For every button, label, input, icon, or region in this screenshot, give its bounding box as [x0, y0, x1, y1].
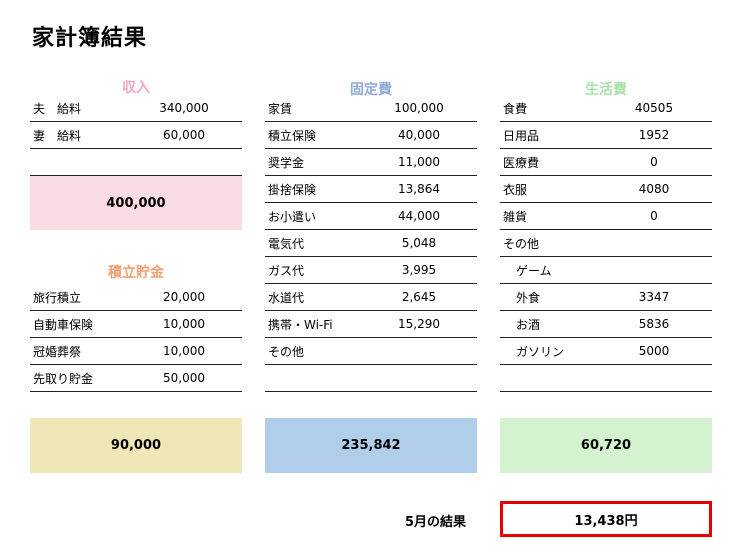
table-row: 妻 給料 60,000: [30, 122, 242, 149]
row-label: 携帯・Wi-Fi: [268, 317, 333, 332]
row-label: 積立保険: [268, 128, 317, 143]
table-row: ゲーム: [500, 257, 712, 284]
row-value: 1952: [638, 128, 670, 142]
table-row: 水道代 2,645: [265, 284, 477, 311]
savings-heading: 積立貯金: [108, 265, 164, 281]
income-heading: 収入: [122, 80, 150, 96]
row-value: 10,000: [163, 344, 205, 358]
table-row: その他: [500, 230, 712, 257]
savings-total: 90,000: [30, 418, 242, 473]
row-value: 0: [650, 209, 658, 223]
fixed-total: 235,842: [265, 418, 477, 473]
row-label: 電気代: [268, 236, 305, 251]
row-label: 家賃: [268, 101, 293, 116]
table-row: 冠婚葬祭 10,000: [30, 338, 242, 365]
row-label: 医療費: [503, 155, 540, 170]
result-label: 5月の結果: [405, 515, 467, 530]
row-value: 40505: [634, 101, 674, 115]
row-value: 340,000: [159, 101, 209, 115]
row-label: 先取り貯金: [33, 371, 94, 386]
row-value: 5000: [638, 344, 670, 358]
table-row: 先取り貯金 50,000: [30, 365, 242, 392]
table-row: ガソリン 5000: [500, 338, 712, 365]
row-value: 40,000: [398, 128, 440, 142]
row-value: 50,000: [163, 371, 205, 385]
row-label: 雑貨: [503, 209, 528, 224]
row-value: 5,048: [401, 236, 437, 250]
row-label: ガソリン: [516, 344, 565, 359]
row-label: 外食: [516, 290, 541, 305]
table-row: 日用品 1952: [500, 122, 712, 149]
row-value: 0: [650, 155, 658, 169]
row-value: 5836: [638, 317, 670, 331]
row-label: 掛捨保険: [268, 182, 317, 197]
table-row: 家賃 100,000: [265, 95, 477, 122]
table-row: 積立保険 40,000: [265, 122, 477, 149]
table-row: 奨学金 11,000: [265, 149, 477, 176]
table-row: 自動車保険 10,000: [30, 311, 242, 338]
row-label: 自動車保険: [33, 317, 94, 332]
row-label: その他: [503, 236, 540, 251]
savings-table: 旅行積立 20,000 自動車保険 10,000 冠婚葬祭 10,000 先取り…: [30, 284, 242, 392]
table-row: [500, 365, 712, 392]
table-row: 外食 3347: [500, 284, 712, 311]
row-label: 旅行積立: [33, 290, 82, 305]
table-row: その他: [265, 338, 477, 365]
row-value: 13,864: [398, 182, 440, 196]
income-table: 夫 給料 340,000 妻 給料 60,000: [30, 95, 242, 176]
row-label: 妻 給料: [33, 128, 82, 143]
table-row: お酒 5836: [500, 311, 712, 338]
row-value: 11,000: [398, 155, 440, 169]
row-label: お酒: [516, 317, 541, 332]
table-row: 電気代 5,048: [265, 230, 477, 257]
row-value: 20,000: [163, 290, 205, 304]
income-total: 400,000: [30, 176, 242, 230]
row-value: 3347: [638, 290, 670, 304]
table-row: 食費 40505: [500, 95, 712, 122]
table-row: 雑貨 0: [500, 203, 712, 230]
row-value: 4080: [638, 182, 670, 196]
row-label: お小遣い: [268, 209, 317, 224]
row-value: 44,000: [398, 209, 440, 223]
table-row: 衣服 4080: [500, 176, 712, 203]
row-value: 15,290: [398, 317, 440, 331]
table-row: [265, 365, 477, 392]
table-row: 旅行積立 20,000: [30, 284, 242, 311]
row-value: 100,000: [394, 101, 444, 115]
row-label: 衣服: [503, 182, 528, 197]
row-value: 2,645: [401, 290, 437, 304]
row-value: 60,000: [163, 128, 205, 142]
result-value: 13,438円: [500, 501, 712, 537]
table-row: 掛捨保険 13,864: [265, 176, 477, 203]
table-row: 夫 給料 340,000: [30, 95, 242, 122]
row-label: 奨学金: [268, 155, 305, 170]
fixed-table: 家賃 100,000 積立保険 40,000 奨学金 11,000 掛捨保険 13,86…: [265, 95, 477, 392]
row-value: 3,995: [401, 263, 437, 277]
row-label: その他: [268, 344, 305, 359]
row-label: ゲーム: [516, 263, 552, 278]
row-value: 10,000: [163, 317, 205, 331]
living-total: 60,720: [500, 418, 712, 473]
row-label: 食費: [503, 101, 528, 116]
table-row: ガス代 3,995: [265, 257, 477, 284]
row-label: 夫 給料: [33, 101, 82, 116]
table-row: 携帯・Wi-Fi 15,290: [265, 311, 477, 338]
row-label: 冠婚葬祭: [33, 344, 82, 359]
living-table: 食費 40505 日用品 1952 医療費 0 衣服 4080 雑貨 0 その他 ゲーム …: [500, 95, 712, 392]
row-label: 日用品: [503, 128, 540, 143]
row-label: 水道代: [268, 290, 305, 305]
table-row: お小遣い 44,000: [265, 203, 477, 230]
row-label: ガス代: [268, 263, 305, 278]
page-title: 家計簿結果: [32, 26, 148, 51]
table-row: [30, 149, 242, 176]
table-row: 医療費 0: [500, 149, 712, 176]
